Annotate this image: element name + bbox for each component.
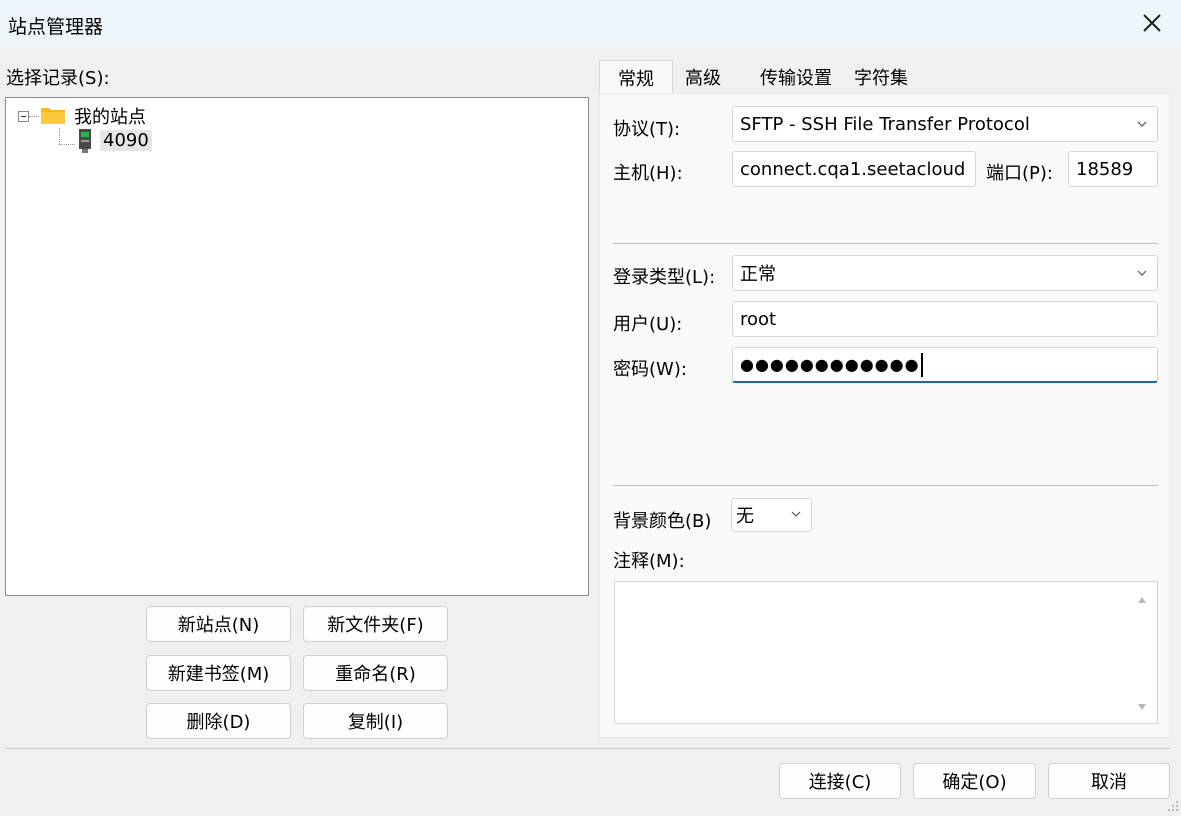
collapse-toggle[interactable] [18, 111, 29, 122]
delete-button[interactable]: 删除(D) [146, 703, 291, 739]
cancel-button[interactable]: 取消 [1048, 763, 1170, 799]
port-label: 端口(P): [986, 163, 1053, 184]
duplicate-button[interactable]: 复制(I) [303, 703, 448, 739]
scroll-down-icon[interactable] [1137, 703, 1147, 711]
folder-icon [41, 108, 65, 124]
ok-button[interactable]: 确定(O) [913, 763, 1036, 799]
protocol-label: 协议(T): [613, 119, 681, 140]
select-entry-label: 选择记录(S): [6, 68, 110, 89]
password-input[interactable]: ●●●●●●●●●●●● [732, 347, 1158, 383]
scroll-up-icon[interactable] [1137, 596, 1147, 604]
tree-root-my-sites[interactable]: 我的站点 [74, 103, 146, 129]
title-bar: 站点管理器 [0, 0, 1181, 48]
new-bookmark-button[interactable]: 新建书签(M) [146, 655, 291, 691]
comments-textarea[interactable] [614, 581, 1158, 724]
site-tree[interactable]: 我的站点 4090 [5, 97, 589, 596]
tab-advanced[interactable]: 高级 [674, 60, 732, 94]
new-folder-button[interactable]: 新文件夹(F) [303, 606, 448, 642]
chevron-down-icon [791, 511, 801, 517]
background-color-value: 无 [736, 506, 754, 527]
host-value: connect.cqa1.seetacloud [740, 158, 966, 180]
user-input[interactable]: root [732, 301, 1158, 337]
protocol-value: SFTP - SSH File Transfer Protocol [740, 113, 1030, 135]
user-label: 用户(U): [613, 314, 683, 335]
tab-charset[interactable]: 字符集 [842, 60, 920, 94]
close-icon[interactable] [1137, 8, 1167, 38]
resize-grip-icon[interactable] [1167, 800, 1179, 812]
host-input[interactable]: connect.cqa1.seetacloud [732, 151, 976, 187]
logon-type-value: 正常 [740, 264, 776, 285]
logon-type-select[interactable]: 正常 [732, 255, 1158, 291]
text-caret [920, 352, 923, 377]
chevron-down-icon [1137, 121, 1147, 127]
tab-general[interactable]: 常规 [599, 60, 673, 94]
new-site-button[interactable]: 新站点(N) [146, 606, 291, 642]
user-value: root [740, 308, 777, 330]
host-label: 主机(H): [613, 163, 683, 184]
password-label: 密码(W): [613, 359, 687, 380]
divider [613, 243, 1158, 244]
protocol-select[interactable]: SFTP - SSH File Transfer Protocol [732, 106, 1158, 142]
tab-transfer-settings[interactable]: 传输设置 [750, 60, 842, 94]
chevron-down-icon [1137, 270, 1147, 276]
tree-connector [59, 144, 75, 145]
password-value: ●●●●●●●●●●●● [740, 355, 920, 374]
tree-connector [59, 128, 60, 144]
port-value: 18589 [1076, 158, 1134, 180]
rename-button[interactable]: 重命名(R) [303, 655, 448, 691]
logon-type-label: 登录类型(L): [613, 267, 716, 288]
connect-button[interactable]: 连接(C) [779, 763, 901, 799]
server-icon [79, 129, 91, 153]
tree-item-site[interactable]: 4090 [100, 130, 152, 151]
divider [613, 485, 1158, 486]
background-color-label: 背景颜色(B) [613, 511, 712, 532]
footer-divider [5, 748, 1170, 749]
window-title: 站点管理器 [8, 16, 104, 38]
tree-connector [29, 116, 39, 117]
port-input[interactable]: 18589 [1068, 151, 1158, 187]
comments-label: 注释(M): [613, 551, 685, 572]
